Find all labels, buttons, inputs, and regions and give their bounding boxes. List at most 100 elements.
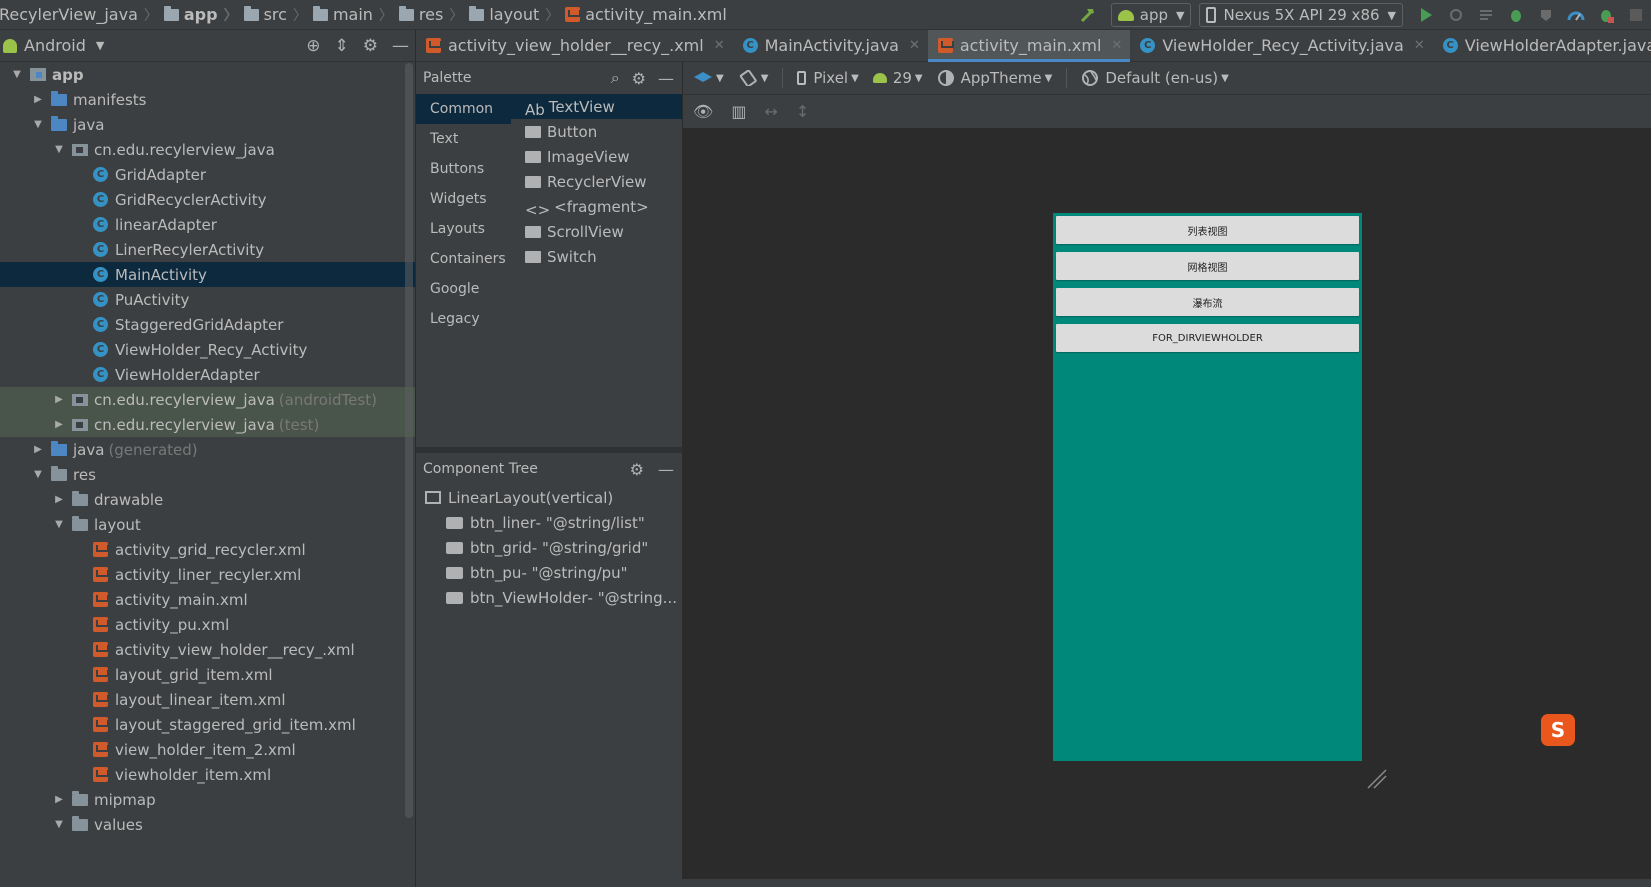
preview-button[interactable]: FOR_DIRVIEWHOLDER bbox=[1056, 324, 1359, 352]
locate-file-icon[interactable]: ⊕ bbox=[306, 36, 320, 56]
device-preview-select[interactable]: Pixel ▼ bbox=[797, 69, 859, 87]
breadcrumb-item[interactable]: layout 〉 bbox=[466, 0, 562, 30]
breadcrumb-item[interactable]: activity_main.xml bbox=[562, 0, 730, 30]
tree-item[interactable]: ▶ mipmap bbox=[0, 787, 415, 812]
project-view-select[interactable]: Android bbox=[24, 36, 86, 55]
tree-item[interactable]: activity_grid_recycler.xml bbox=[0, 537, 415, 562]
palette-category[interactable]: Buttons bbox=[416, 154, 511, 184]
editor-tab[interactable]: activity_main.xml ✕ bbox=[927, 29, 1131, 62]
component-tree-item[interactable]: btn_ViewHolder - "@string... bbox=[416, 585, 682, 610]
hide-panel-icon[interactable]: — bbox=[658, 69, 674, 88]
tree-item[interactable]: layout_grid_item.xml bbox=[0, 662, 415, 687]
tree-item[interactable]: ▶ cn.edu.recylerview_java (androidTest) bbox=[0, 387, 415, 412]
palette-item[interactable]: ImageView bbox=[511, 144, 682, 169]
tree-item[interactable]: ▼ java bbox=[0, 112, 415, 137]
editor-tab[interactable]: C ViewHolder_Recy_Activity.java ✕ bbox=[1130, 30, 1432, 62]
close-icon[interactable]: ✕ bbox=[1111, 38, 1122, 53]
close-icon[interactable]: ✕ bbox=[1414, 38, 1425, 53]
tree-item[interactable]: ▼ app bbox=[0, 62, 415, 87]
palette-category[interactable]: Legacy bbox=[416, 304, 511, 334]
palette-category[interactable]: Widgets bbox=[416, 184, 511, 214]
device-select[interactable]: Nexus 5X API 29 x86 ▼ bbox=[1199, 3, 1403, 27]
tree-item[interactable]: activity_view_holder__recy_.xml bbox=[0, 637, 415, 662]
tree-item[interactable]: C ViewHolder_Recy_Activity bbox=[0, 337, 415, 362]
breadcrumb-item[interactable]: app 〉 bbox=[161, 0, 241, 30]
tree-item[interactable]: C StaggeredGridAdapter bbox=[0, 312, 415, 337]
gear-icon[interactable]: ⚙ bbox=[630, 460, 644, 479]
theme-select[interactable]: AppTheme ▼ bbox=[937, 69, 1052, 87]
hide-panel-icon[interactable]: — bbox=[658, 460, 674, 479]
palette-item[interactable]: Button bbox=[511, 119, 682, 144]
tree-item[interactable]: C MainActivity bbox=[0, 262, 415, 287]
stop-icon[interactable] bbox=[1621, 0, 1651, 30]
editor-tab[interactable]: CViewHolderAdapter.java✕ bbox=[1433, 30, 1651, 62]
tree-item[interactable]: activity_pu.xml bbox=[0, 612, 415, 637]
make-project-hammer-icon[interactable] bbox=[1075, 2, 1101, 28]
tree-item[interactable]: activity_liner_recyler.xml bbox=[0, 562, 415, 587]
horizontal-resize-icon[interactable]: ↔ bbox=[764, 102, 777, 121]
gear-icon[interactable]: ⚙ bbox=[632, 69, 646, 88]
close-icon[interactable]: ✕ bbox=[714, 38, 725, 53]
tree-item[interactable]: ▼ layout bbox=[0, 512, 415, 537]
expand-right-icon[interactable]: ▶ bbox=[52, 394, 66, 405]
locale-select[interactable]: Default (en-us) ▼ bbox=[1081, 69, 1229, 87]
palette-category[interactable]: Layouts bbox=[416, 214, 511, 244]
tree-item[interactable]: ▶ drawable bbox=[0, 487, 415, 512]
resize-handle-icon[interactable] bbox=[1366, 768, 1388, 790]
expand-right-icon[interactable]: ▶ bbox=[31, 94, 45, 105]
palette-category[interactable]: Common bbox=[416, 94, 511, 124]
device-preview[interactable]: 列表视图 网格视图 瀑布流 FOR_DIRVIEWHOLDER bbox=[1053, 213, 1362, 761]
tree-item[interactable]: ▼ cn.edu.recylerview_java bbox=[0, 137, 415, 162]
component-tree-item[interactable]: btn_liner - "@string/list" bbox=[416, 510, 682, 535]
expand-down-icon[interactable]: ▼ bbox=[31, 119, 45, 130]
tree-item[interactable]: C ViewHolderAdapter bbox=[0, 362, 415, 387]
run-config-select[interactable]: app ▼ bbox=[1110, 3, 1192, 27]
attach-debugger-icon[interactable] bbox=[1591, 0, 1621, 30]
project-scrollbar[interactable] bbox=[405, 63, 413, 818]
editor-tab[interactable]: activity_view_holder__recy_.xml ✕ bbox=[416, 30, 733, 62]
tree-item[interactable]: ▼ values bbox=[0, 812, 415, 837]
breadcrumb-item[interactable]: src 〉 bbox=[241, 0, 310, 30]
palette-item[interactable]: <> <fragment> bbox=[511, 194, 682, 219]
coverage-icon[interactable] bbox=[1531, 0, 1561, 30]
tree-item[interactable]: layout_linear_item.xml bbox=[0, 687, 415, 712]
close-icon[interactable]: ✕ bbox=[909, 38, 920, 53]
tree-item[interactable]: C GridAdapter bbox=[0, 162, 415, 187]
expand-right-icon[interactable]: ▶ bbox=[31, 444, 45, 455]
tree-item[interactable]: ▶ manifests bbox=[0, 87, 415, 112]
apply-code-changes-icon[interactable] bbox=[1471, 0, 1501, 30]
editor-tab[interactable]: C MainActivity.java ✕ bbox=[733, 30, 928, 62]
horizontal-scrollbar[interactable] bbox=[416, 879, 1651, 887]
expand-right-icon[interactable]: ▶ bbox=[52, 794, 66, 805]
component-tree-item[interactable]: btn_pu - "@string/pu" bbox=[416, 560, 682, 585]
debug-icon[interactable] bbox=[1501, 0, 1531, 30]
tree-item[interactable]: ▼ res bbox=[0, 462, 415, 487]
design-surface-select[interactable]: ▼ bbox=[693, 70, 724, 86]
api-level-select[interactable]: 29 ▼ bbox=[872, 69, 923, 87]
tree-item[interactable]: C GridRecyclerActivity bbox=[0, 187, 415, 212]
eye-icon[interactable]: 👁 bbox=[693, 102, 713, 121]
breadcrumb-item[interactable]: main 〉 bbox=[310, 0, 396, 30]
vertical-resize-icon[interactable]: ↕ bbox=[796, 102, 809, 121]
run-icon[interactable] bbox=[1411, 0, 1441, 30]
palette-item[interactable]: Switch bbox=[511, 244, 682, 269]
palette-category[interactable]: Text bbox=[416, 124, 511, 154]
expand-down-icon[interactable]: ▼ bbox=[10, 69, 24, 80]
tree-item[interactable]: ClinearAdapter bbox=[0, 212, 415, 237]
tree-item[interactable]: C LinerRecylerActivity bbox=[0, 237, 415, 262]
expand-down-icon[interactable]: ▼ bbox=[52, 144, 66, 155]
chevron-down-icon[interactable]: ▼ bbox=[96, 39, 104, 52]
expand-down-icon[interactable]: ▼ bbox=[31, 469, 45, 480]
hide-panel-icon[interactable]: — bbox=[392, 36, 409, 56]
preview-button[interactable]: 瀑布流 bbox=[1056, 288, 1359, 316]
component-tree-item[interactable]: btn_grid - "@string/grid" bbox=[416, 535, 682, 560]
component-tree-root[interactable]: LinearLayout (vertical) bbox=[416, 485, 682, 510]
palette-category[interactable]: Containers bbox=[416, 244, 511, 274]
tree-item[interactable]: layout_staggered_grid_item.xml bbox=[0, 712, 415, 737]
breadcrumb-item[interactable]: RecylerView_java 〉 bbox=[0, 0, 161, 30]
tree-item[interactable]: view_holder_item_2.xml bbox=[0, 737, 415, 762]
blueprint-icon[interactable]: ▥ bbox=[731, 102, 746, 121]
expand-right-icon[interactable]: ▶ bbox=[52, 419, 66, 430]
input-method-badge[interactable]: S bbox=[1541, 714, 1575, 746]
palette-category[interactable]: Google bbox=[416, 274, 511, 304]
